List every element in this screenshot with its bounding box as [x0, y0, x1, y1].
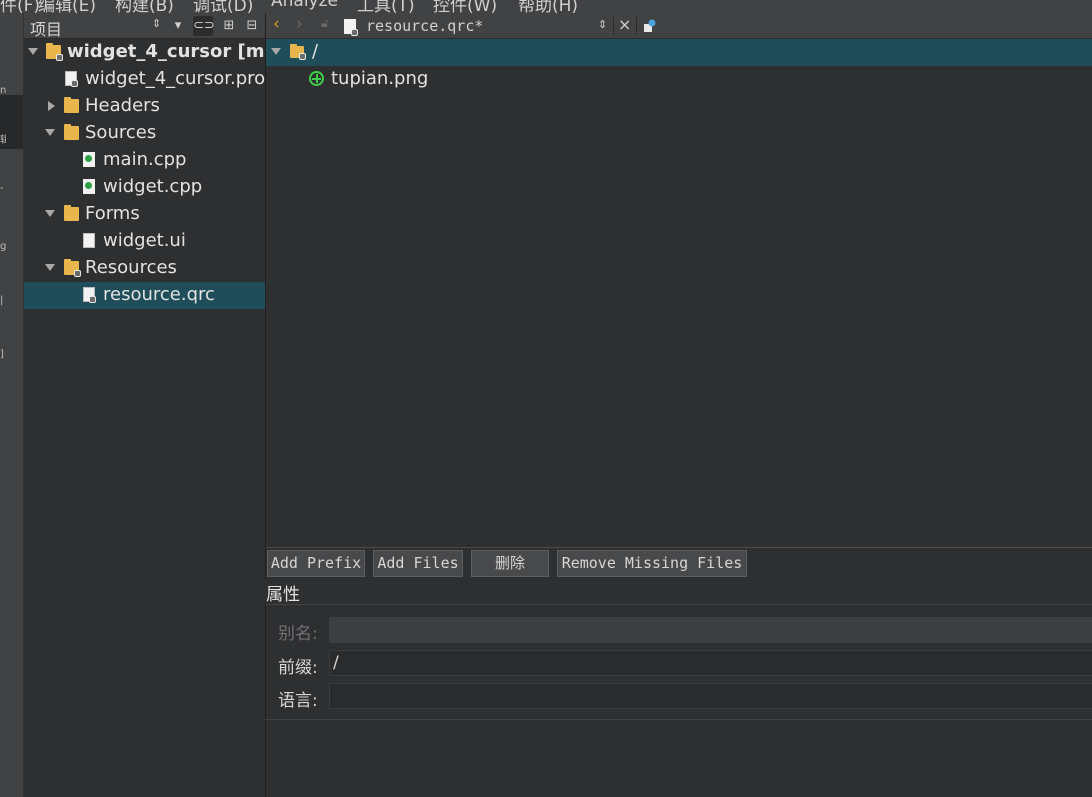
tree-item-headers[interactable]: Headers	[24, 93, 265, 120]
qrc-file-icon	[344, 19, 358, 36]
mode-edit-glyph: 辑	[0, 135, 6, 146]
collapse-arrow-icon[interactable]	[28, 48, 38, 55]
alias-label: 别名:	[278, 624, 318, 644]
prefix-folder-icon	[290, 44, 306, 60]
tree-item-widget-ui[interactable]: widget.ui	[24, 228, 265, 255]
menu-analyze[interactable]: Analyze	[271, 0, 338, 11]
prefix-label: 前缀:	[278, 658, 318, 678]
mode-projects-glyph: |	[0, 295, 4, 306]
tree-item-label: Forms	[85, 203, 140, 224]
prefix-field[interactable]: /	[329, 650, 1092, 676]
mode-debug-glyph: g	[0, 241, 6, 252]
mode-design-glyph: -	[0, 183, 4, 194]
tree-item-label: Sources	[85, 122, 157, 143]
close-document-icon[interactable]: ×	[618, 15, 631, 34]
menu-debug[interactable]: 调试(D)	[193, 0, 253, 13]
tree-item-label: widget_4_cursor.pro	[85, 68, 265, 89]
pro-file-icon	[65, 71, 78, 87]
collapse-arrow-icon[interactable]	[45, 210, 55, 217]
mode-help[interactable]: ]	[0, 333, 23, 387]
delete-button[interactable]: 删除	[471, 550, 549, 577]
mode-sidebar: n 辑 - g | ]	[0, 13, 24, 797]
expand-arrow-icon[interactable]	[48, 101, 55, 111]
menu-bar: 件(F) 编辑(E) 构建(B) 调试(D) Analyze 工具(T) 控件(…	[0, 0, 1092, 13]
tree-item-project[interactable]: widget_4_cursor [master]	[24, 39, 265, 66]
resource-file-label: tupian.png	[331, 68, 429, 89]
collapse-arrow-icon[interactable]	[45, 129, 55, 136]
add-file-icon	[309, 71, 324, 86]
resource-file-row[interactable]: tupian.png	[266, 66, 1092, 93]
mode-debug[interactable]: g	[0, 223, 23, 277]
resource-tree: / tupian.png	[265, 39, 1092, 547]
folder-icon	[64, 97, 79, 113]
properties-panel: 别名: 前缀: / 语言:	[265, 604, 1092, 720]
tree-item-resources[interactable]: Resources	[24, 255, 265, 282]
resource-button-bar: Add Prefix Add Files 删除 Remove Missing F…	[265, 547, 1092, 579]
tree-item-forms[interactable]: Forms	[24, 201, 265, 228]
tree-item-resource-qrc[interactable]: resource.qrc	[24, 282, 265, 309]
folder-icon	[64, 205, 79, 221]
menu-tools[interactable]: 工具(T)	[357, 0, 415, 13]
editor-toolbar: ‹ › 🔓︎ resource.qrc* ⇕ ×	[265, 13, 1092, 39]
mode-edit[interactable]: 辑	[0, 95, 23, 149]
tree-item-pro-file[interactable]: widget_4_cursor.pro	[24, 66, 265, 93]
toolbar-divider	[613, 17, 614, 35]
lock-icon: 🔓︎	[321, 16, 329, 30]
split-editor-icon[interactable]	[643, 18, 657, 32]
nav-back-icon[interactable]: ‹	[273, 14, 280, 34]
close-panel-icon[interactable]: ⊟	[242, 16, 262, 36]
collapse-arrow-icon[interactable]	[271, 48, 281, 55]
menu-edit[interactable]: 编辑(E)	[38, 0, 96, 13]
link-with-editor-icon[interactable]: ⊂⊃	[193, 16, 215, 36]
editor-bottom-area	[265, 720, 1092, 797]
resource-prefix-row[interactable]: /	[266, 39, 1092, 66]
tree-item-widget-cpp[interactable]: widget.cpp	[24, 174, 265, 201]
filter-icon[interactable]: ▾	[168, 16, 188, 36]
tree-item-label: Resources	[85, 257, 177, 278]
document-selector[interactable]: resource.qrc*	[366, 17, 483, 35]
mode-projects[interactable]: |	[0, 277, 23, 331]
qrc-file-icon	[83, 287, 96, 303]
toolbar-divider	[636, 17, 637, 35]
tree-item-sources[interactable]: Sources	[24, 120, 265, 147]
project-tree: widget_4_cursor [master] widget_4_cursor…	[24, 39, 265, 797]
mode-help-glyph: ]	[0, 349, 4, 360]
project-view-selector[interactable]: 项目	[30, 16, 62, 40]
tree-item-label: Headers	[85, 95, 160, 116]
project-panel-header: 项目 ⇕ ▾ ⊂⊃ ⊞ ⊟	[24, 13, 265, 39]
cpp-file-icon	[83, 152, 95, 167]
tree-item-label: widget.ui	[103, 230, 186, 251]
nav-forward-icon[interactable]: ›	[296, 14, 303, 34]
language-label: 语言:	[278, 691, 318, 711]
collapse-arrow-icon[interactable]	[45, 264, 55, 271]
remove-missing-files-button[interactable]: Remove Missing Files	[557, 550, 747, 577]
properties-title: 属性	[266, 585, 300, 605]
alias-field[interactable]	[329, 617, 1092, 643]
menu-build[interactable]: 构建(B)	[115, 0, 174, 13]
ui-file-icon	[83, 233, 95, 248]
menu-help[interactable]: 帮助(H)	[518, 0, 578, 13]
folder-icon	[64, 259, 81, 277]
resource-prefix-label: /	[312, 41, 319, 62]
cpp-file-icon	[83, 179, 95, 194]
split-icon[interactable]: ⊞	[219, 16, 239, 36]
menu-file[interactable]: 件(F)	[0, 0, 40, 13]
project-folder-icon	[46, 43, 63, 61]
tree-item-label: resource.qrc	[103, 284, 215, 305]
add-prefix-button[interactable]: Add Prefix	[267, 550, 365, 577]
view-selector-arrows-icon[interactable]: ⇕	[152, 17, 161, 30]
tree-item-label: widget.cpp	[103, 176, 203, 197]
document-arrows-icon[interactable]: ⇕	[598, 18, 607, 31]
tree-item-main-cpp[interactable]: main.cpp	[24, 147, 265, 174]
tree-item-label: main.cpp	[103, 149, 187, 170]
tree-item-label: widget_4_cursor [master]	[67, 41, 265, 62]
menu-widgets[interactable]: 控件(W)	[433, 0, 497, 13]
language-field[interactable]	[329, 683, 1092, 709]
folder-icon	[64, 124, 79, 140]
add-files-button[interactable]: Add Files	[373, 550, 463, 577]
mode-design[interactable]: -	[0, 163, 23, 217]
